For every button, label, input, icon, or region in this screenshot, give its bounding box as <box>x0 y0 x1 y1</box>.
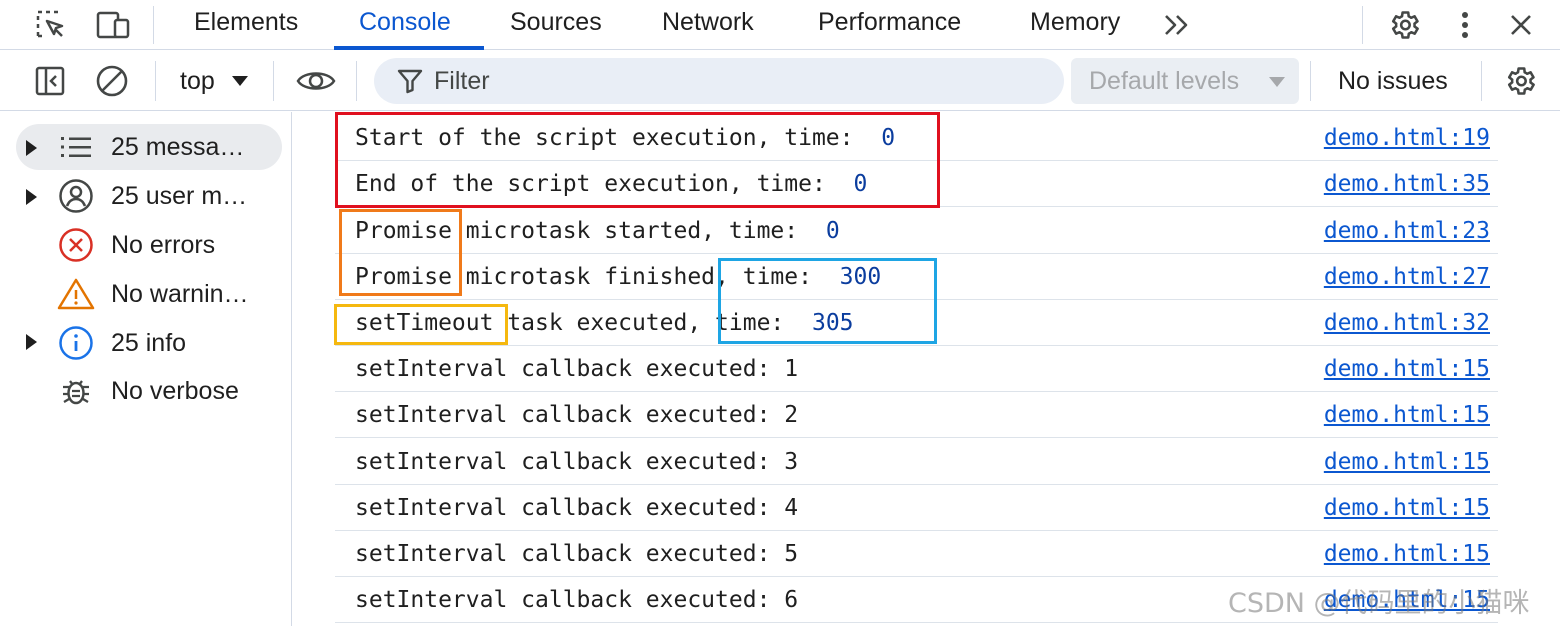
log-levels-label: Default levels <box>1089 67 1240 95</box>
filter-box[interactable] <box>374 58 1064 104</box>
toolbar-divider <box>1310 61 1311 101</box>
sidebar-item-label: 25 user m… <box>111 182 248 210</box>
console-messages: Start of the script execution, time: 0 d… <box>293 112 1560 626</box>
sidebar-item-label: No verbose <box>111 377 239 405</box>
issues-counter[interactable]: No issues <box>1338 51 1448 111</box>
message-text[interactable]: Promise microtask started, time: 0 <box>355 208 840 254</box>
message-text[interactable]: setInterval callback executed: 2 <box>355 392 798 438</box>
user-icon <box>56 176 96 216</box>
chevron-down-icon <box>232 76 248 86</box>
log-levels-dropdown[interactable]: Default levels <box>1071 58 1299 104</box>
sidebar-item-label: No errors <box>111 231 216 259</box>
toolbar-divider <box>273 61 274 101</box>
tab-elements[interactable]: Elements <box>194 0 298 50</box>
message-value: 0 <box>853 171 868 197</box>
device-toolbar-icon[interactable] <box>94 6 132 44</box>
console-message: setTimeout task executed, time: 305 demo… <box>335 300 1498 346</box>
message-text[interactable]: Start of the script execution, time: 0 <box>355 115 895 161</box>
console-message: setInterval callback executed: 5 demo.ht… <box>335 531 1498 577</box>
more-tabs-icon[interactable] <box>1158 6 1196 44</box>
message-value: 300 <box>839 264 882 290</box>
toolbar-divider <box>153 6 154 44</box>
tab-performance[interactable]: Performance <box>818 0 961 50</box>
message-value: 0 <box>881 125 896 151</box>
console-message: Start of the script execution, time: 0 d… <box>335 115 1498 161</box>
show-sidebar-icon[interactable] <box>30 61 70 101</box>
source-link[interactable]: demo.html:15 <box>1324 346 1490 392</box>
console-settings-icon[interactable] <box>1500 61 1540 101</box>
active-tab-indicator <box>334 46 484 50</box>
source-link[interactable]: demo.html:32 <box>1324 300 1490 346</box>
expand-triangle-icon[interactable] <box>26 334 37 350</box>
sidebar-item-label: 25 info <box>111 329 187 357</box>
list-icon <box>56 127 96 167</box>
info-icon <box>56 323 96 363</box>
sidebar-item-label: 25 messa… <box>111 133 245 161</box>
tab-sources[interactable]: Sources <box>510 0 602 50</box>
console-message: setInterval callback executed: 4 demo.ht… <box>335 485 1498 531</box>
watermark: CSDN @代码里的小猫咪 <box>1228 588 1530 619</box>
live-expression-icon[interactable] <box>296 61 336 101</box>
console-message: End of the script execution, time: 0 dem… <box>335 161 1498 207</box>
devtools-tab-bar: Elements Console Sources Network Perform… <box>0 0 1560 50</box>
bug-icon <box>56 371 96 411</box>
select-element-icon[interactable] <box>32 6 70 44</box>
source-link[interactable]: demo.html:19 <box>1324 115 1490 161</box>
message-text[interactable]: setInterval callback executed: 5 <box>355 531 798 577</box>
settings-icon[interactable] <box>1385 6 1423 44</box>
message-text[interactable]: setInterval callback executed: 1 <box>355 346 798 392</box>
warning-icon <box>56 274 96 314</box>
source-link[interactable]: demo.html:15 <box>1324 531 1490 577</box>
chevron-down-icon <box>1269 77 1285 87</box>
console-message: setInterval callback executed: 2 demo.ht… <box>335 392 1498 438</box>
console-toolbar: top Default levels No issues <box>0 51 1560 111</box>
source-link[interactable]: demo.html:27 <box>1324 254 1490 300</box>
message-text[interactable]: End of the script execution, time: 0 <box>355 161 867 207</box>
message-text[interactable]: setInterval callback executed: 3 <box>355 439 798 485</box>
tab-console[interactable]: Console <box>359 0 451 50</box>
message-value: 0 <box>825 218 840 244</box>
toolbar-divider <box>356 61 357 101</box>
more-options-icon[interactable] <box>1446 6 1484 44</box>
message-text[interactable]: setInterval callback executed: 6 <box>355 577 798 623</box>
error-icon <box>56 225 96 265</box>
toolbar-divider <box>1481 61 1482 101</box>
toolbar-divider <box>155 61 156 101</box>
console-message: setInterval callback executed: 3 demo.ht… <box>335 439 1498 485</box>
console-message: setInterval callback executed: 1 demo.ht… <box>335 346 1498 392</box>
console-message: Promise microtask finished, time: 300 de… <box>335 254 1498 300</box>
message-text[interactable]: Promise microtask finished, time: 300 <box>355 254 881 300</box>
source-link[interactable]: demo.html:15 <box>1324 392 1490 438</box>
message-text[interactable]: setTimeout task executed, time: 305 <box>355 300 854 346</box>
toolbar-divider <box>1362 6 1363 44</box>
source-link[interactable]: demo.html:15 <box>1324 439 1490 485</box>
console-sidebar: 25 messa… 25 user m… No errors No warnin… <box>0 112 292 626</box>
expand-triangle-icon[interactable] <box>26 140 37 156</box>
message-text[interactable]: setInterval callback executed: 4 <box>355 485 798 531</box>
source-link[interactable]: demo.html:15 <box>1324 485 1490 531</box>
context-selector[interactable]: top <box>180 51 215 111</box>
tab-memory[interactable]: Memory <box>1030 0 1120 50</box>
tab-network[interactable]: Network <box>662 0 754 50</box>
filter-input[interactable] <box>434 58 1034 104</box>
clear-console-icon[interactable] <box>92 61 132 101</box>
message-value: 305 <box>811 310 854 336</box>
source-link[interactable]: demo.html:35 <box>1324 161 1490 207</box>
expand-triangle-icon[interactable] <box>26 189 37 205</box>
sidebar-item-label: No warnin… <box>111 280 249 308</box>
source-link[interactable]: demo.html:23 <box>1324 208 1490 254</box>
filter-icon <box>397 69 423 94</box>
close-icon[interactable] <box>1502 6 1540 44</box>
console-message: Promise microtask started, time: 0 demo.… <box>335 208 1498 254</box>
